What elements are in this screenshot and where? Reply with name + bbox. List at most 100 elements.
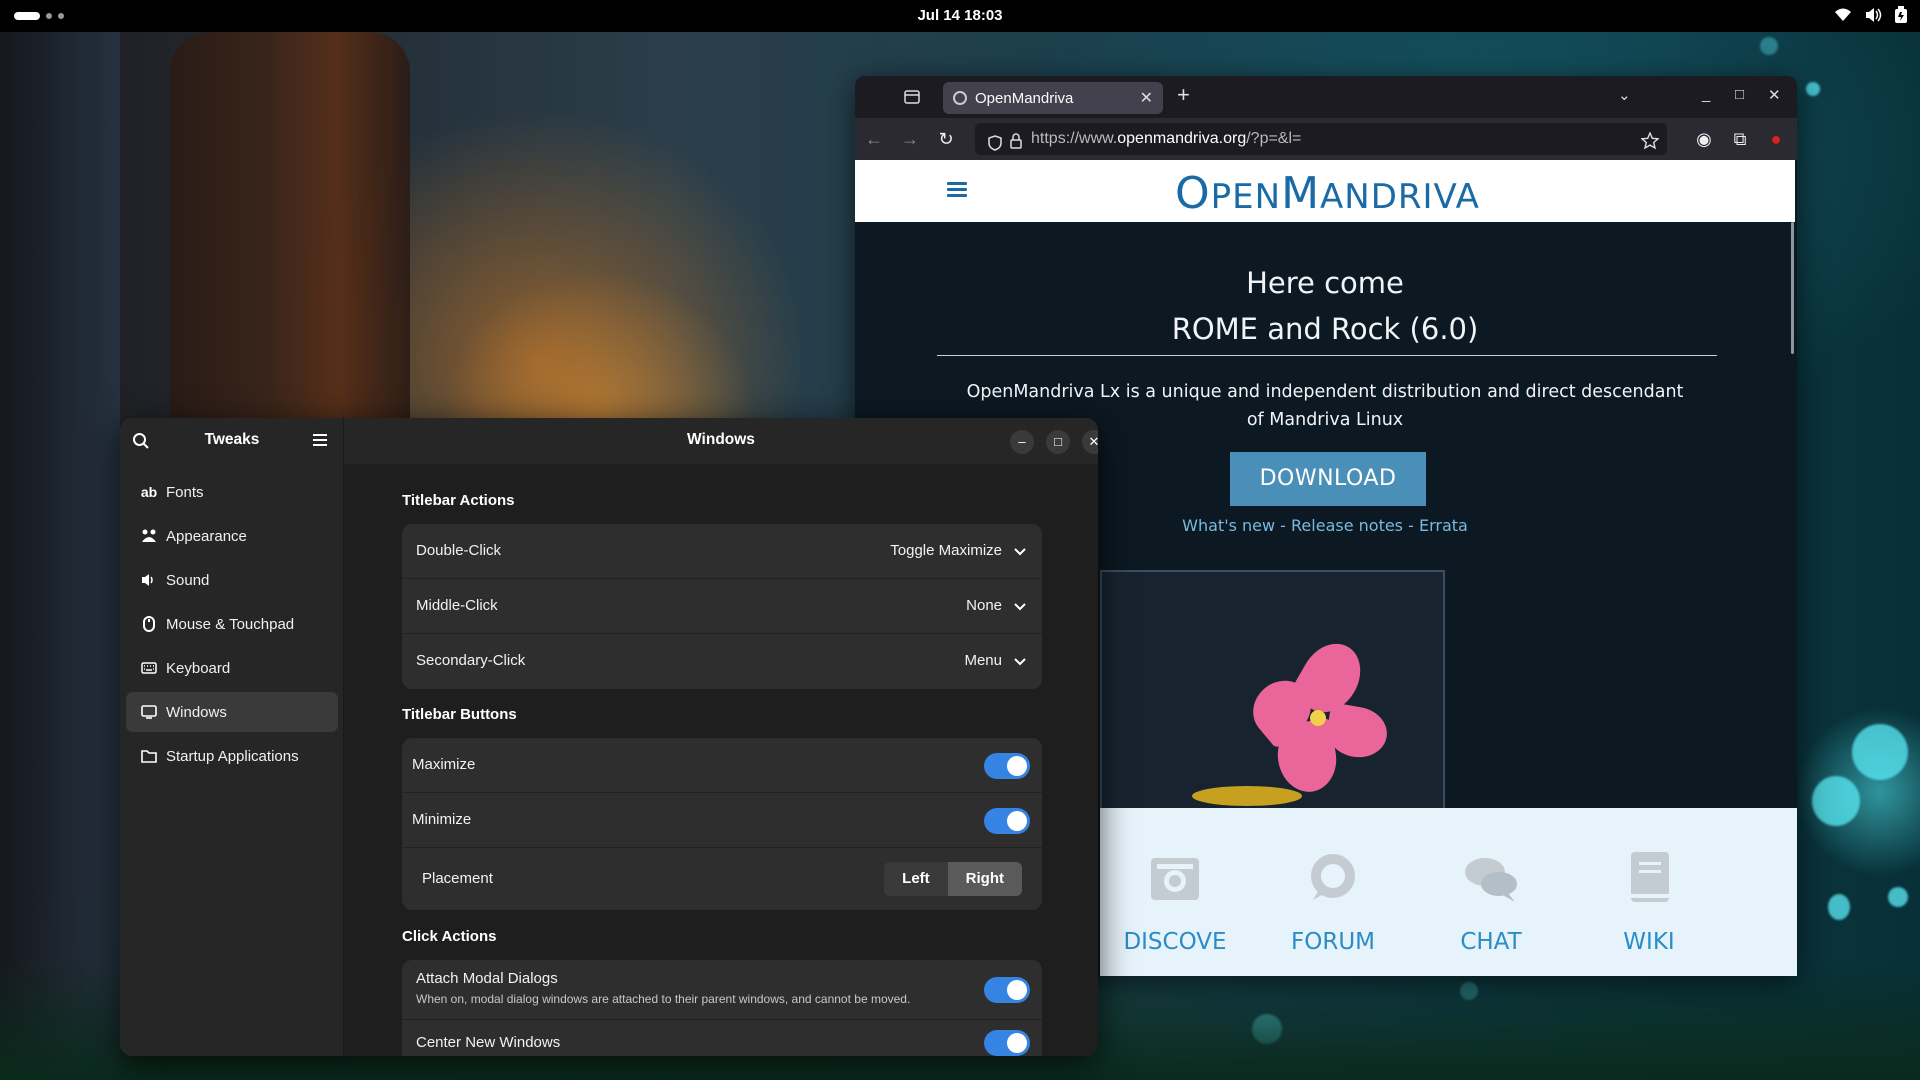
feature-discover[interactable]: DISCOVE: [1100, 848, 1250, 955]
sidebar-header: Tweaks: [120, 418, 344, 464]
section-titlebar-actions: Titlebar Actions: [402, 492, 515, 509]
tab-title: OpenMandriva: [975, 89, 1074, 107]
attach-modal-toggle[interactable]: [984, 977, 1030, 1003]
tab-list-icon[interactable]: [901, 86, 923, 108]
section-titlebar-buttons: Titlebar Buttons: [402, 706, 517, 723]
attach-modal-row: Attach Modal Dialogs When on, modal dial…: [402, 960, 1042, 1020]
wallpaper-bokeh: [1806, 82, 1820, 96]
sound-icon: [140, 572, 158, 588]
bookmark-star-icon[interactable]: [1640, 130, 1660, 162]
double-click-dropdown[interactable]: Toggle Maximize: [890, 542, 1002, 559]
new-tab-button[interactable]: +: [1177, 82, 1190, 108]
wallpaper-bokeh: [1888, 887, 1908, 907]
titlebar-buttons-card: Maximize Minimize Placement Left Right: [402, 738, 1042, 910]
tweaks-content: Windows – □ ✕ Titlebar Actions Double-Cl…: [344, 418, 1098, 1056]
close-tab-icon[interactable]: ✕: [1140, 88, 1153, 108]
sidebar-item-startup-applications[interactable]: Startup Applications: [126, 736, 338, 776]
wallpaper-tree-shadow: [0, 32, 120, 1080]
sidebar-item-sound[interactable]: Sound: [126, 560, 338, 600]
book-icon: [1631, 852, 1669, 902]
chevron-down-icon[interactable]: [1014, 654, 1026, 672]
minimize-button[interactable]: –: [1010, 430, 1034, 454]
sidebar-item-fonts[interactable]: ab Fonts: [126, 472, 338, 512]
browser-tab[interactable]: OpenMandriva ✕: [943, 82, 1163, 114]
section-click-actions: Click Actions: [402, 928, 497, 945]
favicon-icon: [953, 91, 967, 105]
tweaks-window: Tweaks ab Fonts Appearance Sound Mouse &…: [120, 418, 1098, 1056]
camera-icon: [1151, 858, 1199, 900]
wallpaper-bokeh: [1828, 894, 1850, 920]
placement-left-button[interactable]: Left: [884, 862, 948, 896]
secondary-click-row[interactable]: Secondary-Click Menu: [402, 634, 1042, 689]
maximize-button[interactable]: □: [1046, 430, 1070, 454]
middle-click-dropdown[interactable]: None: [966, 597, 1002, 614]
hero-flower-image: [1100, 570, 1445, 810]
extensions-icon[interactable]: ⧉: [1729, 128, 1751, 150]
middle-click-row[interactable]: Middle-Click None: [402, 579, 1042, 634]
battery-icon: [1894, 6, 1908, 24]
folder-icon: [140, 748, 158, 764]
wallpaper-bokeh: [1760, 37, 1778, 55]
tweaks-sidebar: Tweaks ab Fonts Appearance Sound Mouse &…: [120, 418, 344, 1056]
double-click-row[interactable]: Double-Click Toggle Maximize: [402, 524, 1042, 579]
click-actions-card: Attach Modal Dialogs When on, modal dial…: [402, 960, 1042, 1056]
top-bar: Jul 14 18:03: [0, 0, 1920, 32]
tab-bar: OpenMandriva ✕ + ⌄ _ □ ✕: [855, 76, 1797, 118]
lock-icon[interactable]: [1009, 130, 1023, 162]
chevron-down-icon[interactable]: [1014, 599, 1026, 617]
feature-chat[interactable]: CHAT: [1416, 848, 1566, 955]
sidebar-item-keyboard[interactable]: Keyboard: [126, 648, 338, 688]
minimize-toggle[interactable]: [984, 808, 1030, 834]
features-strip: DISCOVE FORUM CHAT WIKI: [1100, 808, 1797, 976]
account-icon[interactable]: ◉: [1693, 128, 1715, 150]
hamburger-menu-icon[interactable]: [312, 433, 328, 452]
sidebar-item-appearance[interactable]: Appearance: [126, 516, 338, 556]
site-header: OPENMANDRIVA: [855, 160, 1795, 222]
hero-divider: [937, 355, 1717, 356]
sidebar-item-windows[interactable]: Windows: [126, 692, 338, 732]
center-windows-row: Center New Windows: [402, 1020, 1042, 1056]
center-windows-toggle[interactable]: [984, 1030, 1030, 1056]
attach-modal-description: When on, modal dialog windows are attach…: [416, 992, 911, 1006]
minimize-button[interactable]: _: [1702, 86, 1710, 103]
placement-right-button[interactable]: Right: [947, 862, 1022, 896]
page-title: Windows: [687, 431, 755, 448]
wallpaper-tree-trunk: [170, 32, 410, 452]
url-bar[interactable]: https://www.openmandriva.org/?p=&l=: [975, 123, 1667, 155]
appearance-icon: [140, 528, 158, 544]
maximize-button[interactable]: □: [1735, 86, 1744, 103]
system-tray[interactable]: [1834, 6, 1908, 24]
reload-icon[interactable]: ↻: [935, 128, 957, 150]
chevron-down-icon[interactable]: [1014, 544, 1026, 562]
close-button[interactable]: ✕: [1768, 86, 1781, 104]
volume-icon: [1864, 7, 1882, 23]
close-button[interactable]: ✕: [1082, 430, 1098, 454]
maximize-toggle[interactable]: [984, 753, 1030, 779]
sidebar-title: Tweaks: [204, 431, 260, 448]
openmandriva-logo[interactable]: OPENMANDRIVA: [1175, 168, 1495, 219]
secondary-click-dropdown[interactable]: Menu: [964, 652, 1002, 669]
placement-switcher: Left Right: [884, 862, 1022, 896]
feature-forum[interactable]: FORUM: [1258, 848, 1408, 955]
feature-wiki[interactable]: WIKI: [1574, 848, 1724, 955]
forward-icon[interactable]: →: [899, 128, 921, 150]
header-bar: Windows – □ ✕: [344, 418, 1098, 464]
download-button[interactable]: DOWNLOAD: [1230, 452, 1426, 506]
back-icon[interactable]: ←: [863, 128, 885, 150]
sidebar-item-mouse-touchpad[interactable]: Mouse & Touchpad: [126, 604, 338, 644]
placement-row: Placement Left Right: [402, 848, 1042, 910]
wallpaper-bokeh: [1852, 724, 1908, 780]
url-host: openmandriva.org: [1117, 130, 1247, 147]
list-all-tabs-icon[interactable]: ⌄: [1618, 86, 1631, 104]
ublock-icon[interactable]: ●: [1765, 128, 1787, 150]
page-scrollbar[interactable]: [1791, 222, 1794, 354]
titlebar-actions-card: Double-Click Toggle Maximize Middle-Clic…: [402, 524, 1042, 689]
shield-icon[interactable]: [987, 131, 1003, 163]
window-icon: [140, 704, 158, 720]
site-menu-icon[interactable]: [947, 182, 967, 198]
hero-title-line1: Here come: [1246, 266, 1404, 300]
clock[interactable]: Jul 14 18:03: [0, 7, 1920, 24]
wifi-icon: [1834, 7, 1852, 23]
sidebar-nav: ab Fonts Appearance Sound Mouse & Touchp…: [126, 472, 338, 780]
hero-title-line2: ROME and Rock (6.0): [1171, 312, 1479, 346]
